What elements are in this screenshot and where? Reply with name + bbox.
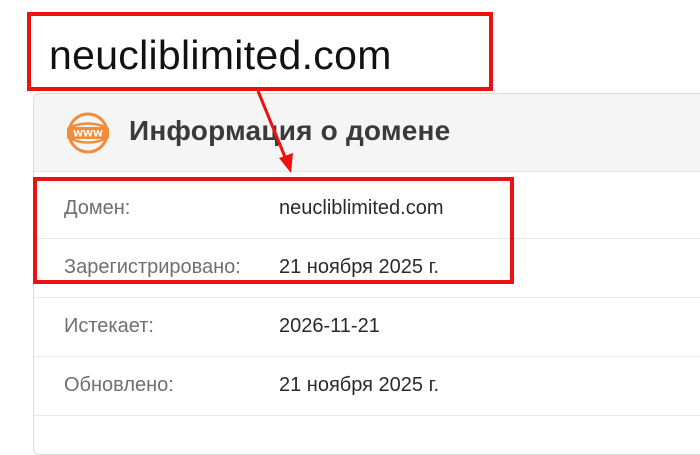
row-value: 21 ноября 2025 г. xyxy=(279,374,439,396)
www-globe-icon: WWW xyxy=(67,112,109,154)
row-value: 2026-11-21 xyxy=(279,315,380,337)
card-title: Информация о домене xyxy=(129,115,451,146)
card-header: WWW Информация о домене xyxy=(34,94,700,172)
row-label: Обновлено: xyxy=(64,374,174,396)
row-label: Истекает: xyxy=(64,315,154,337)
info-row-updated: Обновлено: 21 ноября 2025 г. xyxy=(34,356,700,416)
domain-callout: neucliblimited.com xyxy=(27,12,493,91)
highlight-box xyxy=(33,177,514,284)
domain-callout-text: neucliblimited.com xyxy=(49,32,392,78)
info-row-expires: Истекает: 2026-11-21 xyxy=(34,297,700,357)
svg-text:WWW: WWW xyxy=(73,130,103,140)
